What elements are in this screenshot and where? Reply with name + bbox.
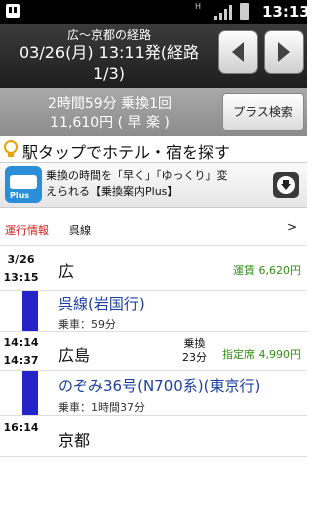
signal-strength-icon xyxy=(214,5,232,20)
app-icon-label: Plus xyxy=(10,191,30,200)
ad-text-line1: 乗換の時間を「早く」「ゆっくり」変 xyxy=(46,169,228,182)
hotel-link-text: 駅タップでホテル・宿を探す xyxy=(22,143,231,162)
arrival-time: 16:14 xyxy=(3,421,39,434)
status-time: 13:13 xyxy=(262,3,310,21)
ride-duration: 乗車：1時間37分 xyxy=(58,401,145,414)
departure-time: 14:37 xyxy=(3,354,39,367)
transfer-row[interactable]: 14:14 14:37 広島 乗換 23分 指定席 4,990円 xyxy=(0,332,307,370)
origin-station[interactable]: 広 xyxy=(58,258,74,282)
hotel-search-link[interactable]: 駅タップでホテル・宿を探す xyxy=(0,137,307,162)
route-index: 1/3) xyxy=(93,64,125,83)
route-summary: 2時間59分 乗換1回 11,610円 ( 早 楽 ) プラス検索 xyxy=(0,88,307,136)
chevron-right-icon: > xyxy=(287,220,298,234)
download-notification-icon xyxy=(6,4,20,18)
download-button[interactable] xyxy=(273,172,299,198)
next-route-button[interactable] xyxy=(265,31,303,73)
route-header: 広～京都の経路 03/26(月) 13:11発(経路 1/3) xyxy=(0,24,307,88)
destination-row[interactable]: 16:14 京都 xyxy=(0,416,307,456)
battery-icon xyxy=(240,3,249,20)
destination-station[interactable]: 京都 xyxy=(58,427,90,451)
train-name: のぞみ36号(N700系)(東京行) xyxy=(58,377,261,395)
route-datetime: 03/26(月) 13:11発(経路 1/3) xyxy=(0,42,218,84)
leg-row: のぞみ36号(N700系)(東京行) 乗車：1時間37分 xyxy=(0,371,307,415)
ad-text-line2: えられる【乗換案内Plus】 xyxy=(46,185,179,198)
network-type-indicator: H xyxy=(195,2,202,11)
route-title: 広～京都の経路 xyxy=(66,28,151,42)
reserved-seat-fare: 指定席 4,990円 xyxy=(222,348,301,361)
line-color-bar xyxy=(22,371,38,415)
ride-duration: 乗車：59分 xyxy=(58,318,116,331)
departure-date: 3/26 xyxy=(7,253,35,266)
transfer-wait: 23分 xyxy=(182,351,207,364)
total-fare-tags: 11,610円 ( 早 楽 ) xyxy=(50,115,170,131)
ad-banner[interactable]: Plus 乗換の時間を「早く」「ゆっくり」変 えられる【乗換案内Plus】 xyxy=(0,162,307,208)
departure-time: 13:15 xyxy=(3,271,39,284)
lightbulb-icon xyxy=(4,140,18,157)
departure-datetime: 03/26(月) 13:11発(経路 xyxy=(18,43,200,62)
arrival-time: 14:14 xyxy=(3,336,39,349)
ad-text: 乗換の時間を「早く」「ゆっくり」変 えられる【乗換案内Plus】 xyxy=(46,168,264,200)
transfer-station[interactable]: 広島 xyxy=(58,342,90,366)
operation-info-line: 呉線 xyxy=(69,224,91,237)
arrow-right-icon xyxy=(278,42,290,62)
status-bar: H 13:13 xyxy=(0,0,310,24)
train-name: 呉線(岩国行) xyxy=(58,295,145,313)
origin-row[interactable]: 3/26 13:15 広 運賃 6,620円 xyxy=(0,250,307,290)
leg-row: 呉線(岩国行) 乗車：59分 xyxy=(0,291,307,331)
norikae-plus-app-icon: Plus xyxy=(5,166,42,203)
download-arrow-icon xyxy=(281,180,291,190)
operation-info-row[interactable]: 運行情報 呉線 > xyxy=(0,213,307,246)
train-icon xyxy=(10,175,37,189)
transfer-label: 乗換 xyxy=(183,337,206,350)
divider xyxy=(0,456,307,457)
previous-route-button[interactable] xyxy=(219,31,257,73)
plus-search-button[interactable]: プラス検索 xyxy=(222,93,304,131)
transfer-info: 乗換 23分 xyxy=(182,337,207,365)
arrow-left-icon xyxy=(232,42,244,62)
operation-info-label: 運行情報 xyxy=(5,224,49,237)
fare: 運賃 6,620円 xyxy=(233,264,301,277)
duration-transfers: 2時間59分 乗換1回 xyxy=(47,96,173,112)
line-color-bar xyxy=(22,291,38,331)
